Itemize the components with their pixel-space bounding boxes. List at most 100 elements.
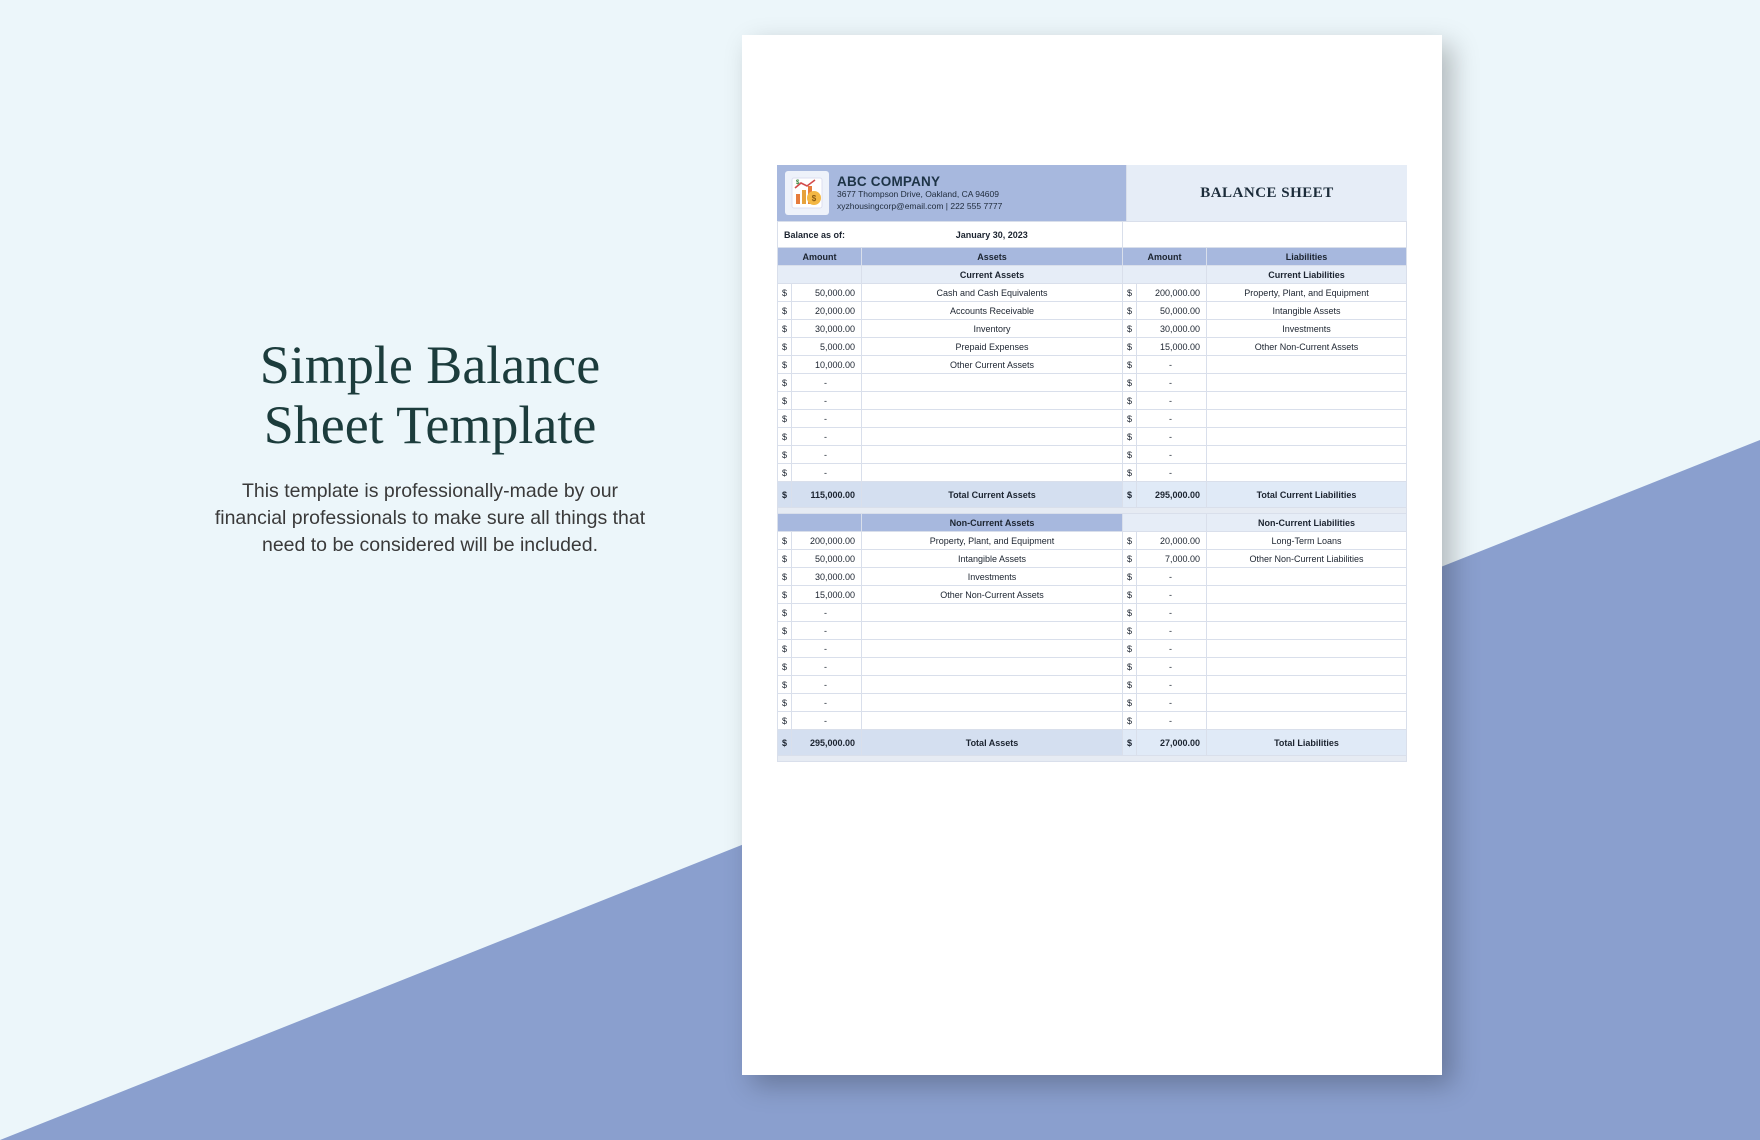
asset-amount: 20,000.00 bbox=[792, 302, 862, 320]
currency-symbol: $ bbox=[1123, 550, 1137, 568]
currency-symbol: $ bbox=[778, 532, 792, 550]
asof-date: January 30, 2023 bbox=[862, 222, 1123, 248]
finance-icon: $ $ bbox=[785, 171, 829, 215]
asset-label bbox=[862, 676, 1123, 694]
liability-amount: - bbox=[1137, 392, 1207, 410]
asset-amount: - bbox=[792, 428, 862, 446]
currency-symbol: $ bbox=[1123, 338, 1137, 356]
currency-symbol: $ bbox=[778, 464, 792, 482]
liability-label bbox=[1207, 374, 1407, 392]
currency-symbol: $ bbox=[1123, 730, 1137, 756]
asset-label: Prepaid Expenses bbox=[862, 338, 1123, 356]
asset-label bbox=[862, 622, 1123, 640]
table-row: $-$- bbox=[778, 694, 1407, 712]
table-row: $200,000.00Property, Plant, and Equipmen… bbox=[778, 532, 1407, 550]
currency-symbol: $ bbox=[778, 658, 792, 676]
total-liab-amount: 27,000.00 bbox=[1137, 730, 1207, 756]
asset-amount: - bbox=[792, 446, 862, 464]
currency-symbol: $ bbox=[1123, 320, 1137, 338]
liability-label: Property, Plant, and Equipment bbox=[1207, 284, 1407, 302]
footer-separator bbox=[778, 756, 1407, 762]
currency-symbol: $ bbox=[778, 374, 792, 392]
asset-amount: 200,000.00 bbox=[792, 532, 862, 550]
liability-amount: 15,000.00 bbox=[1137, 338, 1207, 356]
doc-title-block: BALANCE SHEET bbox=[1127, 165, 1407, 221]
asset-label: Accounts Receivable bbox=[862, 302, 1123, 320]
col-liabilities: Liabilities bbox=[1207, 248, 1407, 266]
asset-label bbox=[862, 604, 1123, 622]
liability-amount: - bbox=[1137, 694, 1207, 712]
table-row: $50,000.00Intangible Assets$7,000.00Othe… bbox=[778, 550, 1407, 568]
liability-label bbox=[1207, 604, 1407, 622]
table-row: $-$- bbox=[778, 410, 1407, 428]
promo-block: Simple Balance Sheet Template This templ… bbox=[205, 335, 655, 559]
asset-amount: 50,000.00 bbox=[792, 284, 862, 302]
currency-symbol: $ bbox=[1123, 410, 1137, 428]
currency-symbol: $ bbox=[1123, 676, 1137, 694]
liability-amount: - bbox=[1137, 586, 1207, 604]
currency-symbol: $ bbox=[778, 338, 792, 356]
liability-amount: - bbox=[1137, 374, 1207, 392]
asset-amount: - bbox=[792, 410, 862, 428]
currency-symbol: $ bbox=[778, 604, 792, 622]
currency-symbol: $ bbox=[778, 410, 792, 428]
liability-amount: 50,000.00 bbox=[1137, 302, 1207, 320]
asset-amount: - bbox=[792, 622, 862, 640]
currency-symbol: $ bbox=[778, 284, 792, 302]
section-noncurrent-header: Non-Current Assets Non-Current Liabiliti… bbox=[778, 514, 1407, 532]
asset-amount: 15,000.00 bbox=[792, 586, 862, 604]
nca-title: Non-Current Assets bbox=[862, 514, 1123, 532]
currency-symbol: $ bbox=[778, 586, 792, 604]
asset-amount: - bbox=[792, 640, 862, 658]
liability-label bbox=[1207, 658, 1407, 676]
total-ca-label: Total Current Assets bbox=[862, 482, 1123, 508]
currency-symbol: $ bbox=[778, 392, 792, 410]
liability-amount: - bbox=[1137, 676, 1207, 694]
asset-label: Inventory bbox=[862, 320, 1123, 338]
currency-symbol: $ bbox=[1123, 392, 1137, 410]
liability-amount: - bbox=[1137, 356, 1207, 374]
table-row: $30,000.00Investments$- bbox=[778, 568, 1407, 586]
liability-label bbox=[1207, 392, 1407, 410]
liability-amount: - bbox=[1137, 446, 1207, 464]
liability-label bbox=[1207, 356, 1407, 374]
liability-label bbox=[1207, 586, 1407, 604]
table-row: $-$- bbox=[778, 446, 1407, 464]
liability-label: Other Non-Current Assets bbox=[1207, 338, 1407, 356]
liability-label bbox=[1207, 410, 1407, 428]
svg-text:$: $ bbox=[812, 194, 817, 203]
liability-amount: - bbox=[1137, 640, 1207, 658]
currency-symbol: $ bbox=[1123, 464, 1137, 482]
table-row: $-$- bbox=[778, 604, 1407, 622]
asset-amount: 10,000.00 bbox=[792, 356, 862, 374]
ca-title: Current Assets bbox=[862, 266, 1123, 284]
table-row: $-$- bbox=[778, 374, 1407, 392]
liability-label bbox=[1207, 568, 1407, 586]
currency-symbol: $ bbox=[778, 622, 792, 640]
table-row: $50,000.00Cash and Cash Equivalents$200,… bbox=[778, 284, 1407, 302]
table-row: $-$- bbox=[778, 392, 1407, 410]
currency-symbol: $ bbox=[1123, 482, 1137, 508]
currency-symbol: $ bbox=[1123, 694, 1137, 712]
liability-label bbox=[1207, 428, 1407, 446]
currency-symbol: $ bbox=[1123, 302, 1137, 320]
asset-amount: - bbox=[792, 392, 862, 410]
currency-symbol: $ bbox=[1123, 640, 1137, 658]
section-current-header: Current Assets Current Liabilities bbox=[778, 266, 1407, 284]
promo-title: Simple Balance Sheet Template bbox=[205, 335, 655, 456]
col-assets: Assets bbox=[862, 248, 1123, 266]
asset-label bbox=[862, 374, 1123, 392]
asset-label bbox=[862, 694, 1123, 712]
asset-label bbox=[862, 410, 1123, 428]
liability-label bbox=[1207, 622, 1407, 640]
currency-symbol: $ bbox=[1123, 586, 1137, 604]
table-row: $-$- bbox=[778, 464, 1407, 482]
table-row: $15,000.00Other Non-Current Assets$- bbox=[778, 586, 1407, 604]
liability-label bbox=[1207, 676, 1407, 694]
liability-label bbox=[1207, 640, 1407, 658]
col-amount-right: Amount bbox=[1123, 248, 1207, 266]
currency-symbol: $ bbox=[778, 446, 792, 464]
asset-amount: - bbox=[792, 658, 862, 676]
currency-symbol: $ bbox=[778, 730, 792, 756]
liability-amount: - bbox=[1137, 428, 1207, 446]
